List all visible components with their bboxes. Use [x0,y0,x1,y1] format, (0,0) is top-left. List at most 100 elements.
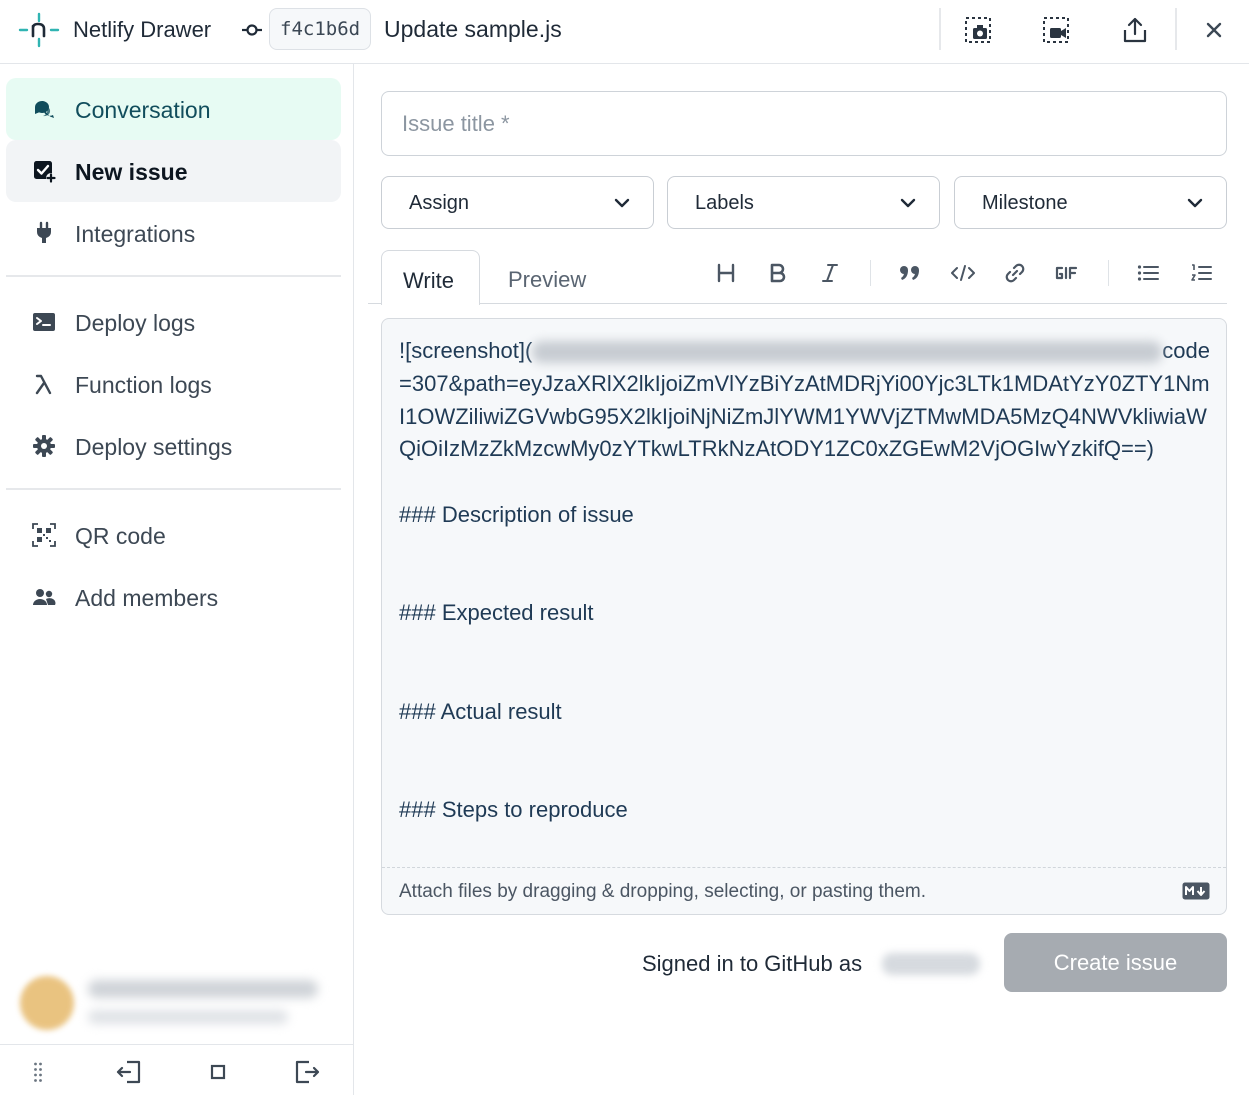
signed-in-text: Signed in to GitHub as [642,951,863,976]
sidebar-item-conversation[interactable]: Conversation [6,78,341,140]
plug-icon [32,221,56,245]
tabbar-divider [368,303,1227,304]
sidebar-item-deploy-logs[interactable]: Deploy logs [6,291,341,353]
toolbar-divider [1108,260,1109,286]
link-button[interactable] [999,258,1031,288]
sidebar: Conversation New issue Integrations Depl… [0,64,354,1095]
dock-right-button[interactable] [294,1059,322,1085]
sidebar-item-label: QR code [75,523,166,549]
git-commit-icon [242,24,262,36]
user-profile[interactable] [10,964,340,1044]
italic-icon [822,264,838,282]
share-button[interactable] [1115,12,1155,48]
create-issue-button[interactable]: Create issue [1004,933,1227,992]
sidebar-item-function-logs[interactable]: Function logs [6,353,341,415]
toolbar-divider [870,260,871,286]
drag-handle-icon [34,1062,42,1082]
bulleted-list-button[interactable] [1132,258,1164,288]
screenshot-button[interactable] [958,12,998,48]
sidebar-divider [6,275,341,277]
gif-button[interactable] [1051,258,1083,288]
gif-icon [1055,266,1078,280]
video-capture-icon [1043,17,1069,43]
sidebar-divider [6,488,341,490]
sidebar-footer [0,1044,354,1095]
tab-write-label: Write [403,268,454,293]
code-icon [951,265,975,281]
redacted-user-email [88,1010,288,1024]
redacted-screenshot-url [532,341,1163,364]
bold-button[interactable] [762,258,794,288]
gear-icon [32,434,56,458]
sidebar-item-label: New issue [75,159,188,185]
chevron-down-icon [900,198,916,208]
chevron-down-icon [1187,198,1203,208]
sidebar-item-label: Integrations [75,221,196,247]
sidebar-item-deploy-settings[interactable]: Deploy settings [6,415,341,477]
sidebar-item-add-members[interactable]: Add members [6,566,341,628]
italic-button[interactable] [814,258,846,288]
record-video-button[interactable] [1036,12,1076,48]
sidebar-item-label: Deploy settings [75,434,233,460]
tab-write[interactable]: Write [381,250,480,305]
bold-icon [770,263,786,283]
app-title: Netlify Drawer [73,17,212,42]
netlify-logo-icon [18,12,60,48]
tab-preview[interactable]: Preview [508,267,586,293]
float-window-button[interactable] [204,1059,232,1085]
share-upload-icon [1123,17,1147,43]
link-icon [1005,263,1025,283]
attach-hint: Attach files by dragging & dropping, sel… [399,881,927,902]
dock-left-button[interactable] [114,1059,142,1085]
milestone-select[interactable]: Milestone [954,176,1227,229]
heading-button[interactable] [710,258,742,288]
heading-icon [717,263,735,283]
sidebar-item-new-issue[interactable]: New issue [6,140,341,202]
assign-select[interactable]: Assign [381,176,654,229]
close-icon [1206,22,1222,38]
milestone-select-label: Milestone [982,192,1068,214]
lambda-icon [32,372,56,396]
sidebar-item-label: Deploy logs [75,310,196,336]
screenshot-markdown-prefix: ![screenshot]( [399,338,533,363]
drag-handle-button[interactable] [24,1059,52,1085]
float-window-icon [210,1064,226,1080]
labels-select-label: Labels [695,192,754,214]
dock-right-icon [295,1060,320,1084]
redacted-user-name [88,980,318,998]
qr-code-icon [32,523,56,547]
top-bar: Netlify Drawer f4c1b6d Update sample.js [0,0,1249,64]
sidebar-item-label: Add members [75,585,219,611]
code-button[interactable] [947,258,979,288]
issue-body-editor[interactable]: ![screenshot](code=307&path=eyJzaXRlX2lk… [381,318,1227,915]
numbered-list-button[interactable] [1185,258,1217,288]
quote-button[interactable] [894,258,926,288]
labels-select[interactable]: Labels [667,176,940,229]
commit-hash-badge[interactable]: f4c1b6d [269,8,372,50]
bulleted-list-icon [1137,265,1159,281]
sidebar-item-label: Function logs [75,372,212,398]
issue-body-text[interactable]: ![screenshot](code=307&path=eyJzaXRlX2lk… [399,335,1211,827]
camera-capture-icon [965,17,991,43]
commit-message: Update sample.js [384,16,562,42]
redacted-github-username [882,953,980,975]
attach-files-area[interactable]: Attach files by dragging & dropping, sel… [382,867,1226,914]
new-issue-icon [32,159,56,183]
markdown-icon[interactable] [1182,882,1210,900]
users-icon [32,585,56,609]
header-divider [939,8,941,50]
assign-select-label: Assign [409,192,470,214]
header-divider [1175,8,1177,50]
terminal-icon [32,310,56,334]
close-button[interactable] [1194,12,1234,48]
issue-title-input[interactable] [381,91,1227,156]
section-actual: ### Actual result [399,698,562,724]
sidebar-item-label: Conversation [75,97,211,123]
sidebar-item-integrations[interactable]: Integrations [6,202,341,264]
chat-bubbles-icon [32,97,56,121]
sidebar-item-qr-code[interactable]: QR code [6,504,341,566]
dock-left-icon [116,1060,141,1084]
quote-icon [900,266,919,280]
section-steps: ### Steps to reproduce [399,797,628,823]
numbered-list-icon [1191,264,1212,281]
